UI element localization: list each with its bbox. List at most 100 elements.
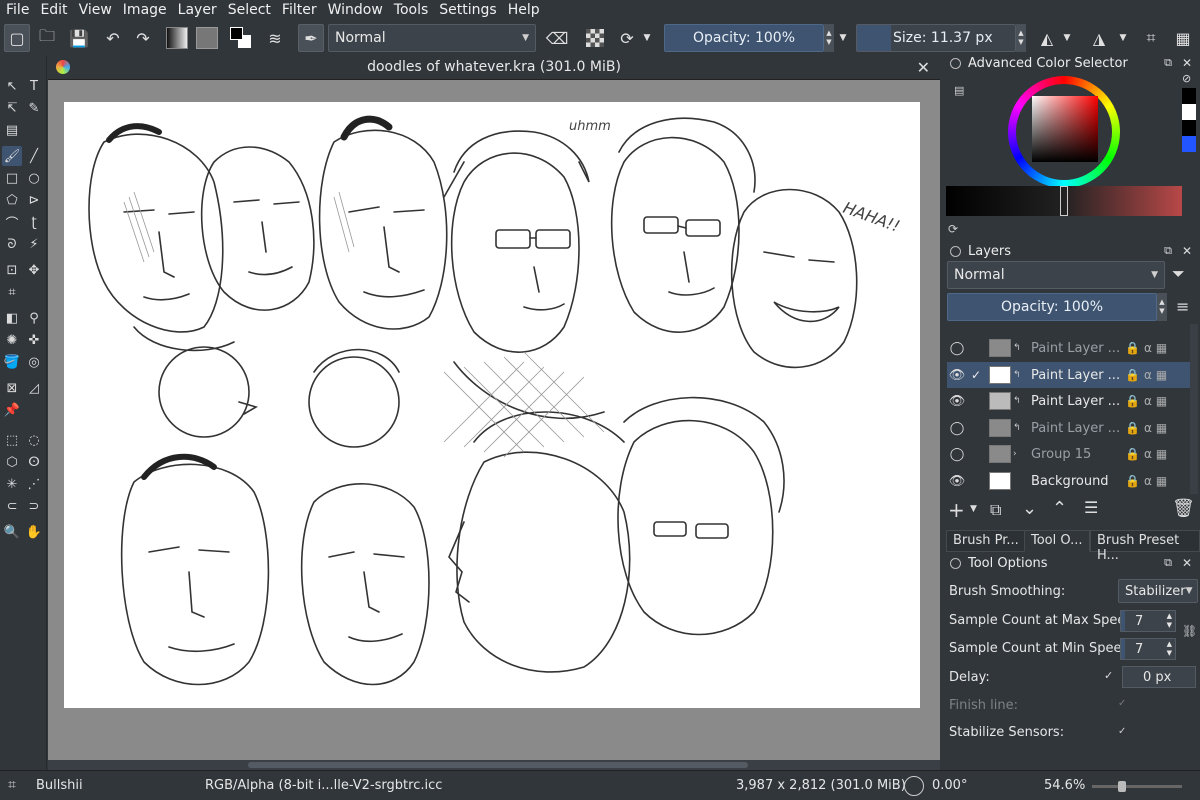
float-docker-icon[interactable]: ⧉ (1164, 556, 1172, 570)
gradient-icon[interactable] (164, 24, 190, 52)
opacity-slider[interactable]: Opacity: 100% (664, 24, 824, 52)
layer-props-icons[interactable]: 🔒α▦ (1125, 394, 1171, 408)
sample-min-input[interactable]: 7 ▲ ▼ (1120, 638, 1176, 660)
brush-settings-icon[interactable]: ≋ (262, 24, 288, 52)
undo-icon[interactable]: ↶ (100, 24, 126, 52)
chevron-down-icon[interactable]: ▼ (970, 504, 977, 514)
layer-props-icons[interactable]: 🔒α▦ (1125, 474, 1171, 488)
ellipse-tool-icon[interactable]: ○ (24, 168, 44, 188)
menu-settings[interactable]: Settings (439, 2, 496, 18)
link-icon[interactable]: ⛓ (1182, 624, 1197, 638)
pan-tool-icon[interactable]: ✋ (24, 522, 44, 542)
eraser-icon[interactable]: ⌫ (544, 24, 570, 52)
float-docker-icon[interactable]: ⧉ (1164, 56, 1172, 70)
fill-tool-icon[interactable]: 🪣 (2, 352, 22, 372)
visibility-on-icon[interactable]: 👁 (947, 368, 967, 383)
move-tool-icon[interactable]: ✥ (24, 260, 44, 280)
menu-filter[interactable]: Filter (282, 2, 317, 18)
pattern-icon[interactable] (194, 24, 220, 52)
colorize-mask-icon[interactable]: ✺ (2, 330, 22, 350)
menu-view[interactable]: View (79, 2, 112, 18)
menu-window[interactable]: Window (328, 2, 383, 18)
delay-input[interactable]: 0 px (1122, 666, 1196, 688)
visibility-off-icon[interactable]: ◯ (947, 421, 967, 436)
swatch-blue[interactable] (1182, 136, 1196, 152)
move-layer-up-icon[interactable]: ⌃ (1052, 498, 1067, 519)
blend-mode-select[interactable]: Normal ▼ (328, 24, 536, 52)
chevron-down-icon[interactable]: ▼ (640, 24, 654, 52)
sample-max-input[interactable]: 7 ▲ ▼ (1120, 610, 1176, 632)
delay-checkbox[interactable]: ✓ (1104, 669, 1113, 682)
swatch-black[interactable] (1182, 88, 1196, 104)
color-history-bar[interactable] (946, 186, 1182, 216)
polyline-tool-icon[interactable]: ⊳ (24, 190, 44, 210)
menu-help[interactable]: Help (508, 2, 540, 18)
ellipse-select-icon[interactable]: ◌ (24, 430, 44, 450)
visibility-on-icon[interactable]: 👁 (947, 394, 967, 409)
layer-properties-icon[interactable]: ☰ (1084, 498, 1098, 517)
close-icon[interactable]: ✕ (1182, 244, 1192, 258)
alpha-lock-icon[interactable] (582, 24, 608, 52)
layer-row[interactable]: ◯ ↰ Paint Layer ... 🔒α▦ (947, 335, 1191, 361)
bezier-tool-icon[interactable]: ⌒ (2, 212, 22, 232)
chevron-down-icon[interactable]: ▼ (1060, 24, 1074, 52)
reload-preset-icon[interactable]: ⟳ (614, 24, 640, 52)
redo-icon[interactable]: ↷ (130, 24, 156, 52)
freehand-select-icon[interactable]: ⵙ (24, 452, 44, 472)
layer-props-icons[interactable]: 🔒α▦ (1125, 368, 1171, 382)
open-document-icon[interactable]: 🗀 (34, 24, 60, 52)
layers-scrollbar[interactable] (1190, 324, 1198, 494)
visibility-off-icon[interactable]: ◯ (947, 341, 967, 356)
menu-layer[interactable]: Layer (178, 2, 217, 18)
layer-opacity-slider[interactable]: Opacity: 100% (947, 293, 1157, 321)
color-settings-icon[interactable]: ▤ (954, 84, 964, 97)
reference-images-icon[interactable]: ▤ (2, 120, 22, 140)
float-docker-icon[interactable]: ⧉ (1164, 244, 1172, 258)
transform-tool-icon[interactable]: ⊡ (2, 260, 22, 280)
canvas-viewport[interactable]: uhmm HAHA!! (48, 80, 940, 760)
close-icon[interactable]: ✕ (1182, 556, 1192, 570)
visibility-on-icon[interactable]: 👁 (947, 474, 967, 489)
layer-blend-mode-select[interactable]: Normal ▼ (947, 261, 1165, 289)
close-icon[interactable]: ✕ (1182, 56, 1192, 70)
filter-icon[interactable]: ⏷ (1172, 264, 1185, 284)
menu-icon[interactable]: ≡ (1176, 297, 1189, 316)
brush-smoothing-select[interactable]: Stabilizer ▼ (1118, 579, 1198, 603)
color-profile[interactable]: RGB/Alpha (8-bit i...lle-V2-srgbtrc.icc (205, 778, 442, 793)
rotation-dial-icon[interactable] (904, 776, 924, 796)
drawing-canvas[interactable]: uhmm HAHA!! (64, 102, 920, 708)
pin-tool-icon[interactable]: 📌 (2, 400, 22, 420)
tab-brush-presets[interactable]: Brush Pr... (946, 530, 1026, 552)
visibility-off-icon[interactable]: ◯ (947, 447, 967, 462)
swatch-white[interactable] (1182, 104, 1196, 120)
layer-row[interactable]: 👁 ↰ Paint Layer ... 🔒α▦ (947, 388, 1191, 414)
refresh-icon[interactable]: ⟳ (948, 222, 958, 236)
rect-select-icon[interactable]: ⬚ (2, 430, 22, 450)
measure-tool-icon[interactable]: ◿ (24, 378, 44, 398)
layer-props-icons[interactable]: 🔒α▦ (1125, 341, 1171, 355)
menu-edit[interactable]: Edit (40, 2, 67, 18)
menu-tools[interactable]: Tools (394, 2, 429, 18)
menu-image[interactable]: Image (123, 2, 167, 18)
chevron-down-icon[interactable]: ▼ (836, 24, 850, 52)
saturation-value-square[interactable] (1032, 96, 1098, 162)
workspace-icon[interactable]: ▦ (1170, 24, 1196, 52)
polygon-tool-icon[interactable]: ⬠ (2, 190, 22, 210)
layer-row-selected[interactable]: 👁 ✓ ↰ Paint Layer ... 🔒α▦ (947, 362, 1191, 388)
tab-brush-preset-history[interactable]: Brush Preset H... (1090, 530, 1200, 563)
wrap-around-icon[interactable]: ⌗ (1138, 24, 1164, 52)
layer-row[interactable]: ◯ ↰ Paint Layer ... 🔒α▦ (947, 415, 1191, 441)
mirror-vertical-icon[interactable]: ◮ (1086, 24, 1112, 52)
no-color-icon[interactable]: ⊘ (1182, 72, 1191, 85)
finish-line-checkbox[interactable]: ✓ (1118, 698, 1126, 709)
rectangle-tool-icon[interactable]: □ (2, 168, 22, 188)
size-slider[interactable]: Size: 11.37 px (856, 24, 1016, 52)
menu-select[interactable]: Select (228, 2, 271, 18)
stabilize-sensors-checkbox[interactable]: ✓ (1118, 726, 1126, 737)
select-shapes-icon[interactable]: ↖ (2, 76, 22, 96)
mirror-horizontal-icon[interactable]: ◭ (1034, 24, 1060, 52)
chevron-down-icon[interactable]: ▼ (1116, 24, 1130, 52)
calligraphy-icon[interactable]: ✎ (24, 98, 44, 118)
brush-preset-icon[interactable]: ✒ (298, 24, 324, 52)
edit-shapes-icon[interactable]: ↸ (2, 98, 22, 118)
